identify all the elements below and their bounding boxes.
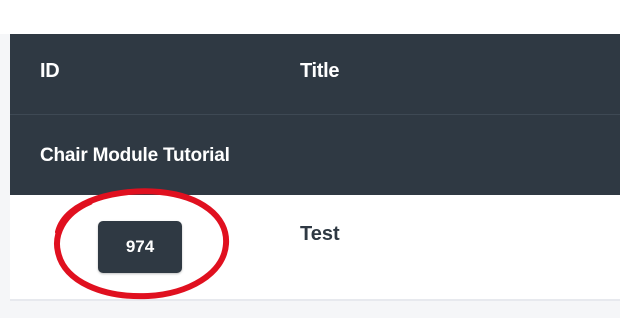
column-header-title[interactable]: Title — [300, 60, 340, 83]
data-table: ID Title Chair Module Tutorial 974 Test — [10, 34, 620, 301]
table-group-row: Chair Module Tutorial — [10, 115, 620, 195]
id-badge[interactable]: 974 — [98, 221, 182, 273]
group-label: Chair Module Tutorial — [40, 145, 230, 166]
table-row[interactable]: 974 Test — [10, 195, 620, 301]
table-header-row: ID Title — [10, 34, 620, 115]
top-strip — [0, 0, 620, 34]
column-header-id[interactable]: ID — [40, 60, 60, 83]
row-title[interactable]: Test — [300, 223, 340, 246]
